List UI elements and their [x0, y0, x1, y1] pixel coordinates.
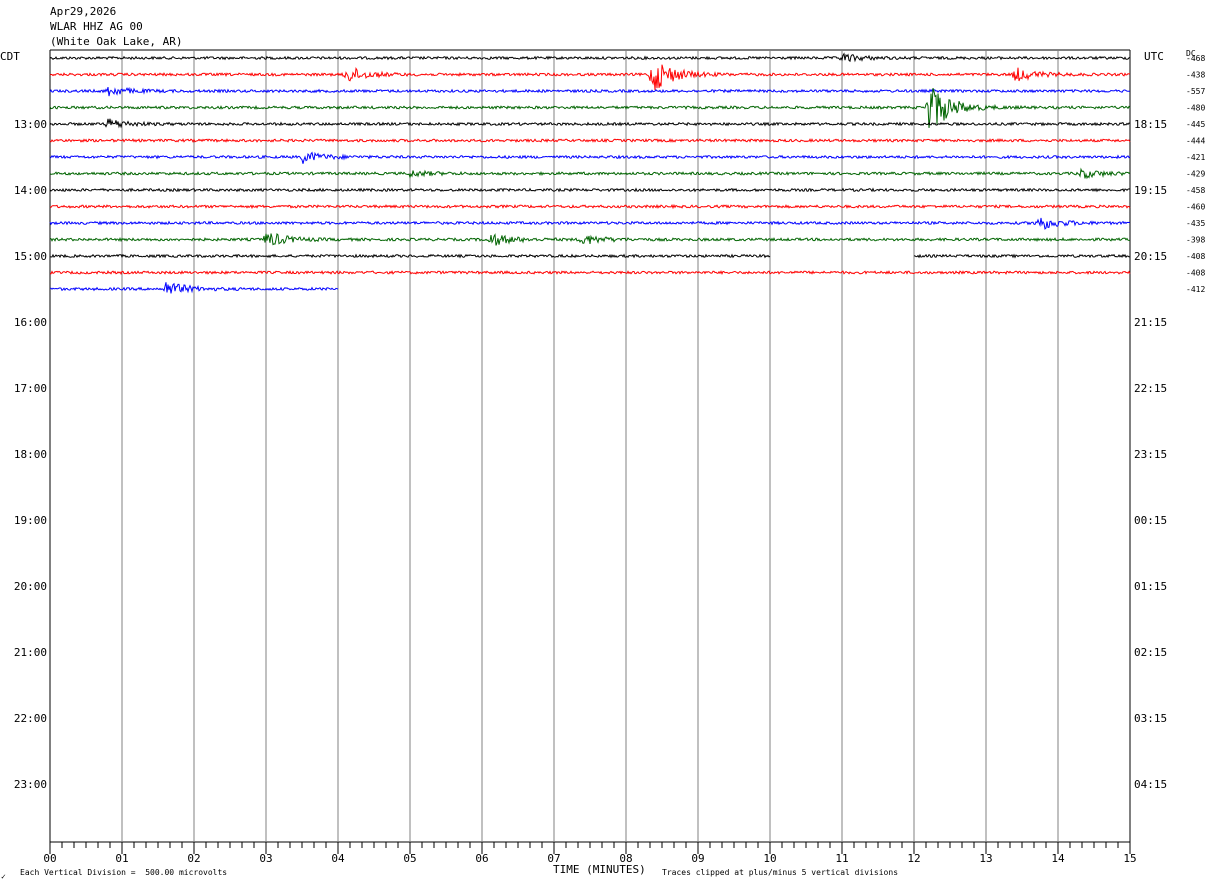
corner-mark-icon: ✓ [1, 872, 6, 881]
dc-offset-label: -557 [1186, 87, 1205, 96]
dc-offset-label: -445 [1186, 120, 1205, 129]
left-hour-label: 14:00 [14, 184, 47, 197]
trace-line [49, 64, 1131, 91]
right-hour-label: 20:15 [1134, 250, 1167, 263]
right-hour-label: 23:15 [1134, 448, 1167, 461]
x-tick-label: 04 [331, 852, 345, 865]
x-tick-label: 00 [43, 852, 56, 865]
trace-line [49, 217, 1131, 230]
trace-line [49, 233, 1131, 246]
left-hour-label: 18:00 [14, 448, 47, 461]
x-tick-label: 11 [835, 852, 848, 865]
right-hour-label: 18:15 [1134, 118, 1167, 131]
trace-line [49, 87, 1131, 128]
x-tick-label: 14 [1051, 852, 1065, 865]
vertical-division-note: Each Vertical Division = 500.00 microvol… [20, 868, 228, 877]
dc-offset-label: -398 [1186, 236, 1205, 245]
x-tick-label: 05 [403, 852, 416, 865]
trace-line [49, 270, 1131, 275]
trace-line [49, 151, 1131, 164]
left-hour-label: 21:00 [14, 646, 47, 659]
dc-offset-label: -460 [1186, 203, 1205, 212]
seismogram-chart: 00 01 02 03 04 05 06 07 08 09 10 11 12 13 14 1513:0014:… [14, 49, 1205, 865]
right-hour-label: 21:15 [1134, 316, 1167, 329]
x-tick-label: 10 [763, 852, 776, 865]
x-tick-label: 02 [187, 852, 200, 865]
left-hour-label: 20:00 [14, 580, 47, 593]
x-tick-label: 12 [907, 852, 920, 865]
right-hour-label: 04:15 [1134, 778, 1167, 791]
trace-line [49, 187, 1131, 193]
trace-line [49, 167, 1131, 180]
dc-offset-label: -444 [1186, 137, 1205, 146]
right-hour-label: 01:15 [1134, 580, 1167, 593]
right-hour-label: 19:15 [1134, 184, 1167, 197]
x-tick-label: 06 [475, 852, 488, 865]
right-hour-label: 03:15 [1134, 712, 1167, 725]
left-hour-label: 16:00 [14, 316, 47, 329]
x-tick-label: 13 [979, 852, 992, 865]
left-hour-label: 17:00 [14, 382, 47, 395]
left-hour-label: 23:00 [14, 778, 47, 791]
dc-offset-label: -458 [1186, 186, 1205, 195]
dc-offset-label: -408 [1186, 269, 1205, 278]
trace-line [49, 138, 1131, 143]
x-tick-label: 01 [115, 852, 128, 865]
left-hour-label: 22:00 [14, 712, 47, 725]
dc-offset-label: -468 [1186, 54, 1205, 63]
x-axis-label: TIME (MINUTES) [553, 863, 646, 876]
x-tick-label: 03 [259, 852, 272, 865]
right-hour-label: 02:15 [1134, 646, 1167, 659]
dc-offset-label: -438 [1186, 71, 1205, 80]
dc-offset-label: -408 [1186, 252, 1205, 261]
right-hour-label: 00:15 [1134, 514, 1167, 527]
left-hour-label: 19:00 [14, 514, 47, 527]
dc-offset-label: -429 [1186, 170, 1205, 179]
trace-line [49, 52, 1131, 63]
trace-line [914, 253, 1131, 259]
dc-offset-label: -435 [1186, 219, 1205, 228]
trace-line [49, 118, 1131, 129]
right-hour-label: 22:15 [1134, 382, 1167, 395]
trace-line [49, 86, 1131, 97]
left-hour-label: 13:00 [14, 118, 47, 131]
x-tick-label: 09 [691, 852, 704, 865]
clip-note: Traces clipped at plus/minus 5 vertical … [662, 868, 899, 877]
left-hour-label: 15:00 [14, 250, 47, 263]
dc-offset-label: -421 [1186, 153, 1205, 162]
dc-offset-label: -412 [1186, 285, 1205, 294]
dc-offset-label: -480 [1186, 104, 1205, 113]
x-tick-label: 15 [1123, 852, 1136, 865]
trace-line [49, 203, 1131, 210]
